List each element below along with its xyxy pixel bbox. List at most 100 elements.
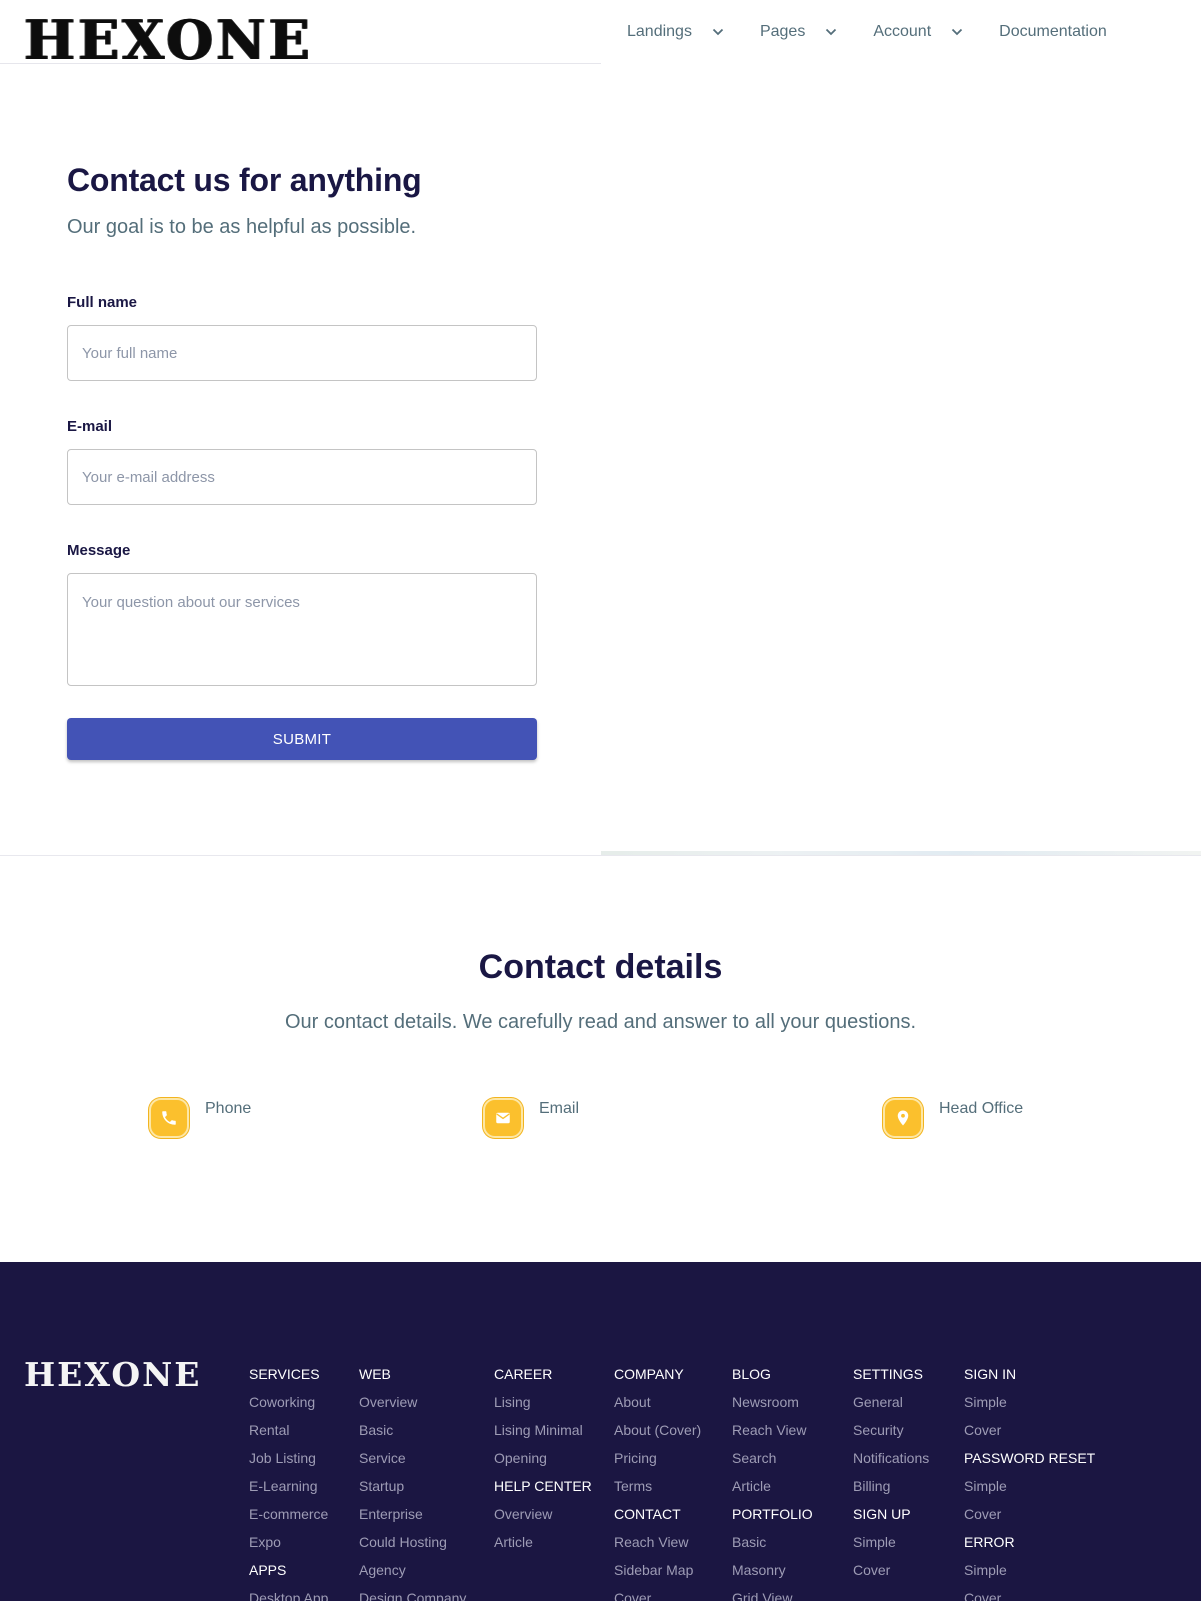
nav-item-label: Landings	[627, 23, 692, 40]
nav-item-landings[interactable]: Landings	[627, 0, 724, 64]
footer-link[interactable]: Security	[853, 1416, 929, 1444]
footer-link[interactable]: E-commerce	[249, 1500, 328, 1528]
footer-link[interactable]: Notifications	[853, 1444, 929, 1472]
footer-link[interactable]: Billing	[853, 1472, 929, 1500]
footer-link[interactable]: Cover	[853, 1556, 929, 1584]
chevron-down-icon	[712, 26, 724, 38]
footer-heading: SETTINGS	[853, 1366, 924, 1382]
contact-details-subtitle: Our contact details. We carefully read a…	[284, 1011, 917, 1033]
footer-link[interactable]: Service	[359, 1444, 466, 1472]
envelope-icon	[483, 1098, 523, 1138]
footer-link[interactable]: Article	[732, 1472, 813, 1500]
footer-link[interactable]: Masonry	[732, 1556, 813, 1584]
footer-link[interactable]: Agency	[359, 1556, 466, 1584]
footer-link[interactable]: Cover	[964, 1584, 1095, 1601]
footer-link[interactable]: Basic	[359, 1416, 466, 1444]
footer-link[interactable]: Overview	[359, 1388, 466, 1416]
message-textarea[interactable]: Your question about our services	[67, 573, 537, 686]
nav-item-label: Documentation	[999, 23, 1107, 40]
footer-link[interactable]: Terms	[614, 1472, 701, 1500]
footer-heading: CONTACT	[614, 1506, 681, 1522]
footer-link[interactable]: Newsroom	[732, 1388, 813, 1416]
nav-item-label: Account	[873, 23, 932, 40]
footer-link[interactable]: Sidebar Map	[614, 1556, 701, 1584]
footer-link[interactable]: Lising Minimal	[494, 1416, 592, 1444]
nav-item-documentation[interactable]: Documentation	[999, 0, 1107, 64]
footer-link[interactable]: Reach View	[732, 1416, 813, 1444]
message-label: Message	[67, 542, 131, 559]
footer-column-services: SERVICES Coworking Rental Job Listing E-Lear…	[249, 1360, 328, 1601]
footer-link[interactable]: Opening	[494, 1444, 592, 1472]
footer-link[interactable]: Job Listing	[249, 1444, 328, 1472]
footer-heading: ERROR	[964, 1534, 1015, 1550]
full-name-placeholder: Your full name	[82, 344, 178, 362]
footer-link[interactable]: Basic	[732, 1528, 813, 1556]
footer-link[interactable]: Cover	[614, 1584, 701, 1601]
footer-link[interactable]: Lising	[494, 1388, 592, 1416]
contact-item-label: Head Office	[939, 1100, 1024, 1117]
footer-link[interactable]: Startup	[359, 1472, 466, 1500]
footer-column-web: WEB Overview Basic Service Startup Enterprise…	[359, 1360, 466, 1601]
map-pin-icon	[883, 1098, 923, 1138]
footer-column-company: COMPANY About About (Cover) Pricing Terms CON…	[614, 1360, 701, 1601]
footer-heading: HELP CENTER	[494, 1478, 592, 1494]
contact-item-head-office: Head Office	[883, 1098, 1023, 1138]
footer-link[interactable]: Simple	[964, 1556, 1095, 1584]
main-nav: Landings Pages Account Documentation	[627, 0, 1143, 64]
contact-form-header: Contact us for anything Our goal is to b…	[67, 150, 537, 242]
footer-logo[interactable]: HEXONE	[24, 1357, 201, 1393]
contact-item-label: Email	[539, 1100, 580, 1117]
footer-link[interactable]: About	[614, 1388, 701, 1416]
page-title: Contact us for anything	[67, 162, 422, 198]
footer-link[interactable]: Coworking	[249, 1388, 328, 1416]
footer-heading: SIGN UP	[853, 1506, 911, 1522]
footer-link[interactable]: Rental	[249, 1416, 328, 1444]
contact-item-label: Phone	[205, 1100, 252, 1117]
footer-column-settings: SETTINGS General Security Notifications Bill…	[853, 1360, 929, 1584]
footer-link[interactable]: Cover	[964, 1500, 1095, 1528]
footer-link[interactable]: Overview	[494, 1500, 592, 1528]
logo[interactable]: HEXONE	[24, 13, 313, 67]
footer-link[interactable]: Expo	[249, 1528, 328, 1556]
footer-heading: CAREER	[494, 1366, 553, 1382]
footer-heading: BLOG	[732, 1366, 771, 1382]
nav-item-pages[interactable]: Pages	[760, 0, 837, 64]
footer-link[interactable]: Grid View	[732, 1584, 813, 1601]
footer-link[interactable]: Enterprise	[359, 1500, 466, 1528]
footer-heading: APPS	[249, 1562, 287, 1578]
contact-details-title: Contact details	[478, 948, 723, 986]
footer-heading: PASSWORD RESET	[964, 1450, 1096, 1466]
nav-item-account[interactable]: Account	[873, 0, 963, 64]
footer-link[interactable]: Search	[732, 1444, 813, 1472]
footer-heading: SIGN IN	[964, 1366, 1017, 1382]
chevron-down-icon	[825, 26, 837, 38]
page-subtitle: Our goal is to be as helpful as possible…	[67, 216, 417, 238]
footer-link[interactable]: Design Company	[359, 1584, 466, 1601]
email-input[interactable]: Your e-mail address	[67, 449, 537, 505]
footer-link[interactable]: Simple	[853, 1528, 929, 1556]
full-name-input[interactable]: Your full name	[67, 325, 537, 381]
footer-link[interactable]: Desktop App	[249, 1584, 328, 1601]
footer-link[interactable]: Simple	[964, 1472, 1095, 1500]
footer-heading: WEB	[359, 1366, 391, 1382]
chevron-down-icon	[951, 26, 963, 38]
footer-column-sign-in: SIGN IN Simple Cover PASSWORD RESET Simple Co…	[964, 1360, 1095, 1601]
footer-link[interactable]: Pricing	[614, 1444, 701, 1472]
section-divider	[0, 855, 1201, 856]
footer-link[interactable]: General	[853, 1388, 929, 1416]
site-footer: HEXONE SERVICES Coworking Rental Job Listin…	[0, 1262, 1201, 1601]
submit-button[interactable]: SUBMIT	[67, 718, 537, 760]
footer-link[interactable]: Could Hosting	[359, 1528, 466, 1556]
contact-item-phone: Phone	[149, 1098, 251, 1138]
footer-link[interactable]: About (Cover)	[614, 1416, 701, 1444]
phone-icon	[149, 1098, 189, 1138]
footer-link[interactable]: Article	[494, 1528, 592, 1556]
footer-heading: PORTFOLIO	[732, 1506, 813, 1522]
footer-link[interactable]: Reach View	[614, 1528, 701, 1556]
email-placeholder: Your e-mail address	[82, 468, 215, 486]
contact-item-email: Email	[483, 1098, 579, 1138]
footer-link[interactable]: E-Learning	[249, 1472, 328, 1500]
footer-link[interactable]: Simple	[964, 1388, 1095, 1416]
footer-column-career: CAREER Lising Lising Minimal Opening HELP CE…	[494, 1360, 592, 1556]
footer-link[interactable]: Cover	[964, 1416, 1095, 1444]
